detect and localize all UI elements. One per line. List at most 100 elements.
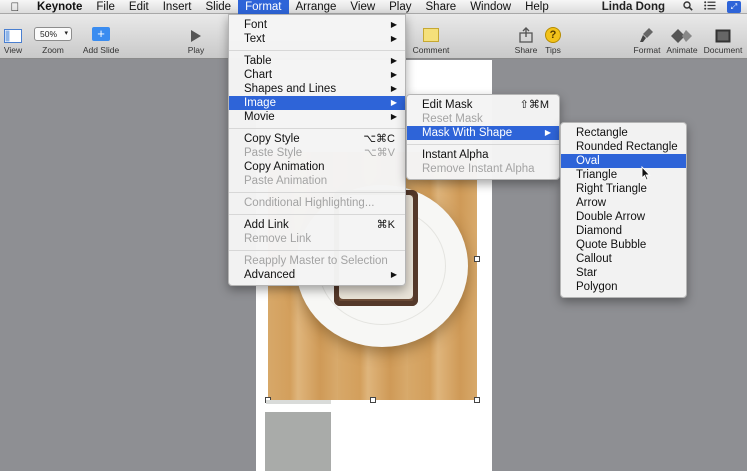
menu-item-quote-bubble[interactable]: Quote Bubble: [561, 238, 686, 252]
menu-item-rectangle[interactable]: Rectangle: [561, 126, 686, 140]
animate-diamond-icon: [671, 29, 692, 43]
format-button[interactable]: Format: [632, 14, 662, 59]
play-icon: [191, 30, 201, 42]
document-button[interactable]: Document: [703, 14, 743, 59]
menu-item-label: Rectangle: [576, 127, 628, 139]
share-label: Share: [514, 45, 538, 55]
submenu-arrow-icon: ▶: [390, 20, 397, 29]
menu-item-double-arrow[interactable]: Double Arrow: [561, 210, 686, 224]
menu-item-advanced[interactable]: Advanced ▶: [229, 268, 405, 282]
menu-item-label: Paste Animation: [244, 175, 328, 187]
menu-item-label: Remove Link: [244, 233, 312, 245]
shortcut-label: ⇧⌘M: [519, 99, 549, 111]
menu-bar-extras: Linda Dong ⤢: [602, 0, 747, 14]
menu-item-diamond[interactable]: Diamond: [561, 224, 686, 238]
share-icon: [519, 27, 533, 43]
menu-item-label: Reset Mask: [422, 113, 483, 125]
menu-separator: [229, 49, 405, 51]
animate-label: Animate: [666, 45, 698, 55]
menu-item-copy-style[interactable]: Copy Style ⌥⌘C: [229, 132, 405, 146]
menu-item-right-triangle[interactable]: Right Triangle: [561, 182, 686, 196]
zoom-label: Zoom: [42, 45, 64, 55]
menu-item-label: Right Triangle: [576, 183, 647, 195]
menu-item-conditional-highlighting: Conditional Highlighting...: [229, 196, 405, 210]
menu-bar:  Keynote File Edit Insert Slide Format …: [0, 0, 747, 14]
menu-keynote[interactable]: Keynote: [30, 0, 89, 14]
menu-item-paste-style: Paste Style ⌥⌘V: [229, 146, 405, 160]
menu-item-label: Copy Style: [244, 133, 300, 145]
menu-item-polygon[interactable]: Polygon: [561, 280, 686, 294]
menu-arrange[interactable]: Arrange: [289, 0, 344, 14]
submenu-arrow-icon: ▶: [390, 70, 397, 79]
menu-separator: [407, 143, 559, 145]
menu-item-movie[interactable]: Movie ▶: [229, 110, 405, 124]
fullscreen-icon[interactable]: ⤢: [727, 1, 741, 13]
menu-item-copy-animation[interactable]: Copy Animation: [229, 160, 405, 174]
format-menu: Font ▶ Text ▶ Table ▶ Chart ▶ Shapes and Lin…: [228, 14, 406, 286]
menu-item-label: Star: [576, 267, 598, 279]
menu-separator: [229, 191, 405, 193]
menu-item-callout[interactable]: Callout: [561, 252, 686, 266]
menu-help[interactable]: Help: [518, 0, 556, 14]
apple-icon[interactable]: : [0, 0, 30, 14]
user-name[interactable]: Linda Dong: [602, 1, 665, 13]
view-label: View: [3, 45, 23, 55]
zoom-control[interactable]: 50% ▾ Zoom: [33, 14, 73, 59]
comment-label: Comment: [412, 45, 450, 55]
menu-item-rounded-rectangle[interactable]: Rounded Rectangle: [561, 140, 686, 154]
view-button[interactable]: View: [2, 14, 24, 59]
menu-item-label: Mask With Shape: [422, 127, 513, 139]
menu-item-table[interactable]: Table ▶: [229, 54, 405, 68]
animate-button[interactable]: Animate: [666, 14, 698, 59]
menu-item-label: Text: [244, 33, 266, 45]
add-slide-button[interactable]: + Add Slide: [83, 14, 119, 59]
comment-button[interactable]: Comment: [413, 14, 449, 59]
menu-item-add-link[interactable]: Add Link ⌘K: [229, 218, 405, 232]
submenu-arrow-icon: ▶: [390, 34, 397, 43]
menu-play[interactable]: Play: [382, 0, 418, 14]
resize-handle[interactable]: [474, 397, 480, 403]
menu-item-triangle[interactable]: Triangle: [561, 168, 686, 182]
menu-insert[interactable]: Insert: [156, 0, 199, 14]
menu-item-label: Table: [244, 55, 272, 67]
tips-label: Tips: [545, 45, 561, 55]
menu-item-font[interactable]: Font ▶: [229, 18, 405, 32]
menu-format[interactable]: Format: [238, 0, 289, 14]
menu-item-shapes-and-lines[interactable]: Shapes and Lines ▶: [229, 82, 405, 96]
add-slide-label: Add Slide: [82, 45, 120, 55]
spotlight-search-icon[interactable]: [677, 0, 699, 14]
menu-item-edit-mask[interactable]: Edit Mask ⇧⌘M: [407, 98, 559, 112]
menu-item-label: Polygon: [576, 281, 618, 293]
menu-item-reset-mask: Reset Mask: [407, 112, 559, 126]
menu-slide[interactable]: Slide: [199, 0, 239, 14]
notification-list-icon[interactable]: [699, 1, 721, 13]
menu-file[interactable]: File: [89, 0, 122, 14]
menu-item-mask-with-shape[interactable]: Mask With Shape ▶: [407, 126, 559, 140]
resize-handle[interactable]: [370, 397, 376, 403]
image-submenu: Edit Mask ⇧⌘M Reset Mask Mask With Shape ▶…: [406, 94, 560, 180]
menu-item-label: Movie: [244, 111, 275, 123]
menu-item-arrow[interactable]: Arrow: [561, 196, 686, 210]
menu-item-instant-alpha[interactable]: Instant Alpha: [407, 148, 559, 162]
menu-separator: [229, 127, 405, 129]
submenu-arrow-icon: ▶: [390, 56, 397, 65]
menu-item-oval[interactable]: Oval: [561, 154, 686, 168]
menu-share[interactable]: Share: [419, 0, 464, 14]
menu-item-label: Chart: [244, 69, 273, 81]
gray-placeholder-box[interactable]: [265, 412, 331, 471]
menu-item-star[interactable]: Star: [561, 266, 686, 280]
tips-button[interactable]: ? Tips: [543, 14, 563, 59]
menu-window[interactable]: Window: [463, 0, 518, 14]
menu-edit[interactable]: Edit: [122, 0, 156, 14]
share-button[interactable]: Share: [515, 14, 537, 59]
menu-item-label: Conditional Highlighting...: [244, 197, 375, 209]
zoom-select[interactable]: 50% ▾: [34, 27, 72, 41]
menu-item-chart[interactable]: Chart ▶: [229, 68, 405, 82]
menu-item-label: Paste Style: [244, 147, 303, 159]
resize-handle[interactable]: [474, 256, 480, 262]
play-button[interactable]: Play: [186, 14, 206, 59]
menu-item-image[interactable]: Image ▶: [229, 96, 405, 110]
menu-item-text[interactable]: Text ▶: [229, 32, 405, 46]
menu-separator: [229, 213, 405, 215]
menu-view[interactable]: View: [343, 0, 382, 14]
